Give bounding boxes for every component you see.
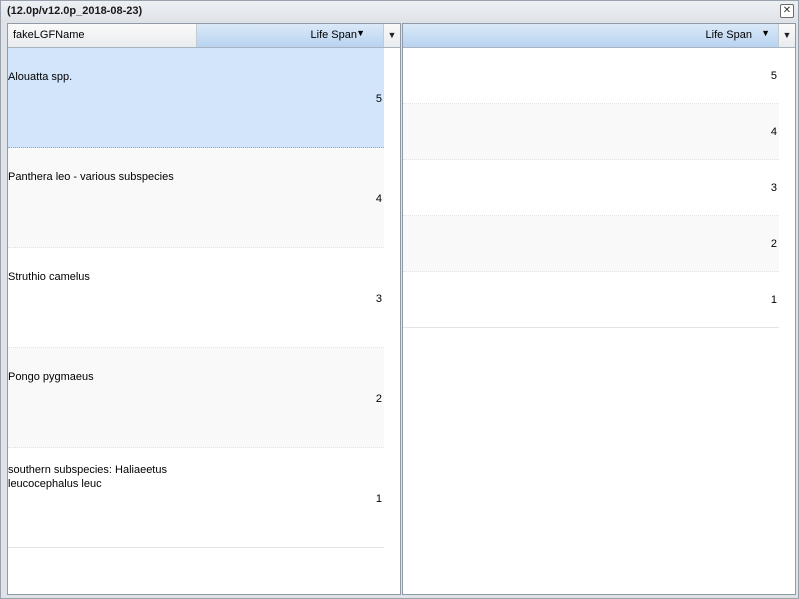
cell-life-span: 4 — [770, 126, 777, 138]
column-header-life-span[interactable]: Life Span ▼ — [403, 24, 779, 47]
sort-desc-icon: ▼ — [356, 28, 365, 38]
left-grid-body: Alouatta spp. 5 Panthera leo - various s… — [8, 48, 384, 548]
cell-name: Panthera leo - various subspecies — [8, 171, 174, 183]
cell-name: Alouatta spp. — [8, 71, 73, 83]
right-grid: Life Span ▼ ▼ 5 4 3 2 1 — [402, 23, 796, 595]
right-grid-body: 5 4 3 2 1 — [403, 48, 779, 328]
cell-life-span: 1 — [770, 294, 777, 306]
scrollbar-track[interactable] — [779, 48, 795, 594]
column-header-life-span[interactable]: Life Span ▼ — [197, 24, 384, 47]
header-menu-button[interactable]: ▼ — [778, 24, 795, 47]
column-header-label: fakeLGFName — [13, 29, 85, 41]
column-header-fakelgfname[interactable]: fakeLGFName — [8, 24, 197, 47]
window-titlebar: (12.0p/v12.0p_2018-08-23) ✕ — [1, 1, 798, 21]
cell-name: southern subspecies: Haliaeetus leucocep… — [8, 464, 167, 490]
close-icon[interactable]: ✕ — [780, 4, 794, 18]
table-row[interactable]: 5 — [403, 48, 779, 104]
column-header-label: Life Span — [310, 29, 357, 41]
cell-name: Pongo pygmaeus — [8, 371, 94, 383]
table-row[interactable]: 1 — [403, 272, 779, 328]
right-grid-header: Life Span ▼ ▼ — [403, 24, 795, 48]
table-row[interactable]: Alouatta spp. 5 — [8, 48, 384, 148]
table-row[interactable]: 3 — [403, 160, 779, 216]
scrollbar-track[interactable] — [384, 48, 400, 594]
dropdown-icon: ▼ — [387, 30, 397, 40]
table-row[interactable]: 4 — [403, 104, 779, 160]
cell-life-span: 1 — [375, 493, 382, 505]
cell-life-span: 4 — [375, 193, 382, 205]
sort-desc-icon: ▼ — [761, 28, 770, 38]
cell-life-span: 3 — [375, 293, 382, 305]
header-menu-button[interactable]: ▼ — [383, 24, 400, 47]
window-title: (12.0p/v12.0p_2018-08-23) — [7, 5, 143, 17]
list-grid-window: (12.0p/v12.0p_2018-08-23) ✕ fakeLGFName … — [0, 0, 799, 599]
cell-life-span: 2 — [375, 393, 382, 405]
cell-life-span: 2 — [770, 238, 777, 250]
cell-life-span: 3 — [770, 182, 777, 194]
table-row[interactable]: southern subspecies: Haliaeetus leucocep… — [8, 448, 384, 548]
table-row[interactable]: Pongo pygmaeus 2 — [8, 348, 384, 448]
dropdown-icon: ▼ — [782, 30, 792, 40]
table-row[interactable]: Panthera leo - various subspecies 4 — [8, 148, 384, 248]
cell-life-span: 5 — [375, 93, 382, 105]
left-grid-header: fakeLGFName Life Span ▼ ▼ — [8, 24, 400, 48]
table-row[interactable]: 2 — [403, 216, 779, 272]
left-grid: fakeLGFName Life Span ▼ ▼ Alouatta spp. … — [7, 23, 401, 595]
table-row[interactable]: Struthio camelus 3 — [8, 248, 384, 348]
cell-life-span: 5 — [770, 70, 777, 82]
column-header-label: Life Span — [705, 29, 752, 41]
cell-name: Struthio camelus — [8, 271, 90, 283]
